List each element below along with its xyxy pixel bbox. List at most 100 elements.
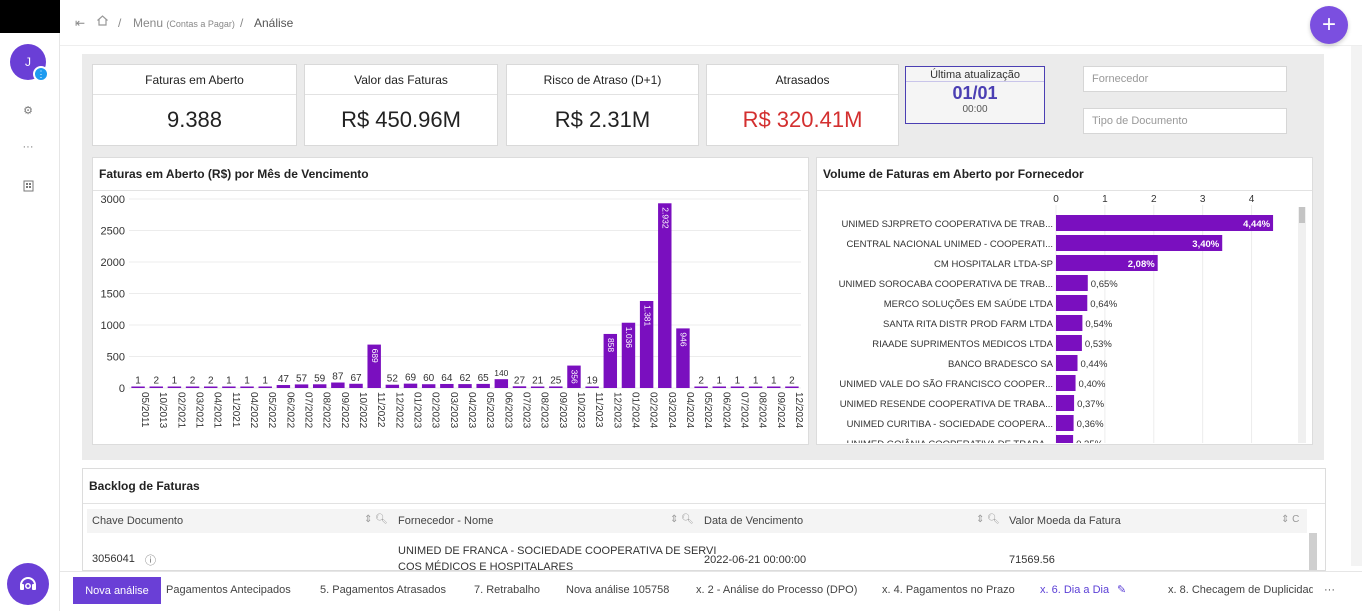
x-tick-label: 03/2021 — [194, 392, 205, 429]
new-analysis-button[interactable]: Nova análise — [73, 577, 161, 604]
scrollbar-thumb — [1299, 207, 1305, 223]
fornecedor-filter[interactable]: Fornecedor — [1083, 66, 1287, 92]
bar — [658, 203, 672, 388]
bar — [403, 383, 418, 388]
x-tick-label: 12/2023 — [611, 392, 622, 429]
x-tick-label: 1 — [1102, 194, 1108, 205]
category-label: RIAADE SUPRIMENTOS MEDICOS LTDA — [872, 339, 1053, 350]
column-header-fornecedor[interactable]: Fornecedor - Nome — [398, 515, 493, 527]
monthly-bar-chart: 050010001500200025003000105/2011210/2013… — [101, 194, 804, 429]
bar — [1056, 295, 1088, 311]
tab-dia-a-dia[interactable]: x. 6. Dia a Dia — [1040, 584, 1109, 596]
bar — [767, 386, 781, 388]
sort-search-icon[interactable]: ⇕ C — [1281, 514, 1299, 525]
data-label: 27 — [514, 375, 526, 386]
column-header-valor[interactable]: Valor Moeda da Fatura — [1009, 515, 1121, 527]
tab-pagamentos-atrasados[interactable]: 5. Pagamentos Atrasados — [320, 584, 446, 596]
data-label: 1.381 — [642, 305, 652, 327]
x-tick-label: 03/2023 — [448, 392, 459, 429]
data-label: 0,44% — [1081, 359, 1108, 370]
last-update-label: Última atualização — [906, 67, 1044, 82]
building-icon[interactable] — [20, 178, 36, 194]
data-label: 858 — [606, 338, 616, 352]
table-scrollbar[interactable] — [1309, 533, 1317, 570]
ellipsis-icon[interactable]: ··· — [20, 139, 36, 155]
bar — [294, 384, 309, 388]
x-tick-label: 04/2024 — [684, 392, 695, 429]
home-icon[interactable] — [96, 14, 109, 30]
data-label: 64 — [441, 373, 453, 384]
category-label: UNIMED GOIÂNIA COOPERATIVA DE TRABA... — [847, 439, 1053, 443]
page-scrollbar[interactable] — [1351, 46, 1362, 566]
add-button[interactable]: + — [1310, 6, 1348, 44]
tab-analise-processo[interactable]: x. 2 - Análise do Processo (DPO) — [696, 584, 857, 596]
x-tick-label: 10/2013 — [157, 392, 168, 429]
more-vertical-icon[interactable]: ⋮ — [33, 66, 49, 82]
tab-pagamentos-antecipados[interactable]: Pagamentos Antecipados — [166, 584, 291, 596]
data-label: 67 — [350, 373, 362, 384]
bar — [476, 383, 490, 388]
tab-retrabalho[interactable]: 7. Retrabalho — [474, 584, 540, 596]
bar — [1056, 415, 1074, 431]
kpi-value-overdue: R$ 320.41M — [742, 107, 863, 132]
tab-checagem-duplicidade[interactable]: x. 8. Checagem de Duplicidad — [1168, 584, 1313, 596]
cell-valor: 71569.56 — [1009, 554, 1055, 566]
cell-data: 2022-06-21 00:00:00 — [704, 554, 807, 566]
kpi-title: Atrasados — [707, 65, 898, 95]
bar — [204, 386, 218, 388]
breadcrumb-menu-sub: (Contas a Pagar) — [166, 19, 235, 29]
sort-search-icon[interactable]: ⇕ 🔍︎ — [976, 514, 1000, 525]
supplier-bar-chart: 0 1 2 3 4 UNIMED SJRPRETO COOPERATIVA DE TRAB… — [839, 194, 1306, 451]
kpi-value: R$ 450.96M — [341, 107, 461, 132]
data-label: 689 — [370, 349, 380, 363]
edit-icon[interactable]: ✎ — [1117, 583, 1126, 596]
data-label: 52 — [387, 374, 399, 385]
cell-fornecedor-cont: COS MÉDICOS E HOSPITALARES — [398, 561, 574, 571]
category-label: CM HOSPITALAR LTDA-SP — [934, 259, 1053, 270]
x-tick-label: 02/2024 — [648, 392, 659, 429]
bar — [712, 386, 726, 388]
column-header-chave[interactable]: Chave Documento — [92, 515, 183, 527]
data-label: 0,65% — [1091, 279, 1118, 290]
data-label: 0,54% — [1085, 319, 1112, 330]
bar — [222, 386, 236, 388]
gear-icon[interactable]: ⚙ — [20, 102, 36, 118]
x-tick-label: 3 — [1200, 194, 1206, 205]
bar — [312, 384, 327, 388]
bar — [458, 384, 472, 388]
data-label: 2 — [698, 376, 704, 387]
data-label: 2.932 — [661, 207, 671, 229]
tab-pagamentos-prazo[interactable]: x. 4. Pagamentos no Prazo — [882, 584, 1015, 596]
bar — [331, 382, 345, 388]
tab-nova-analise[interactable]: Nova análise 105758 — [566, 584, 669, 596]
x-tick-label: 04/2023 — [466, 392, 477, 429]
backlog-title: Backlog de Faturas — [89, 479, 200, 493]
category-label: UNIMED SOROCABA COOPERATIVA DE TRAB... — [839, 279, 1053, 290]
breadcrumb-menu[interactable]: Menu (Contas a Pagar) — [133, 16, 235, 30]
sort-search-icon[interactable]: ⇕ 🔍︎ — [364, 514, 388, 525]
bar — [494, 379, 509, 388]
cell-chave: 3056041 — [92, 553, 135, 565]
bar — [258, 386, 272, 388]
info-icon[interactable]: ⓘ — [145, 552, 156, 568]
bar — [585, 386, 599, 388]
x-tick-label: 07/2024 — [738, 392, 749, 429]
y-tick-label: 1000 — [101, 320, 125, 332]
data-label: 356 — [570, 370, 580, 384]
x-tick-label: 06/2023 — [502, 392, 513, 429]
support-headset-icon[interactable] — [7, 563, 49, 605]
x-tick-label: 09/2023 — [557, 392, 568, 429]
kpi-title: Valor das Faturas — [305, 65, 497, 95]
y-tick-label: 0 — [119, 383, 125, 395]
more-tabs-icon[interactable]: ··· — [1324, 584, 1335, 596]
sort-search-icon[interactable]: ⇕ 🔍︎ — [670, 514, 694, 525]
chart-panel-monthly: Faturas em Aberto (R$) por Mês de Vencim… — [92, 157, 809, 445]
analysis-tabs-bar: Nova análise Pagamentos Antecipados 5. P… — [60, 571, 1362, 611]
collapse-sidebar-icon[interactable]: ⇤ — [75, 16, 85, 30]
x-tick-label: 05/2011 — [139, 392, 150, 428]
tipo-documento-filter[interactable]: Tipo de Documento — [1083, 108, 1287, 134]
data-label: 2,08% — [1128, 259, 1155, 270]
breadcrumb-separator: / — [240, 16, 244, 30]
column-header-data[interactable]: Data de Vencimento — [704, 515, 803, 527]
y-tick-label: 2000 — [101, 257, 125, 269]
